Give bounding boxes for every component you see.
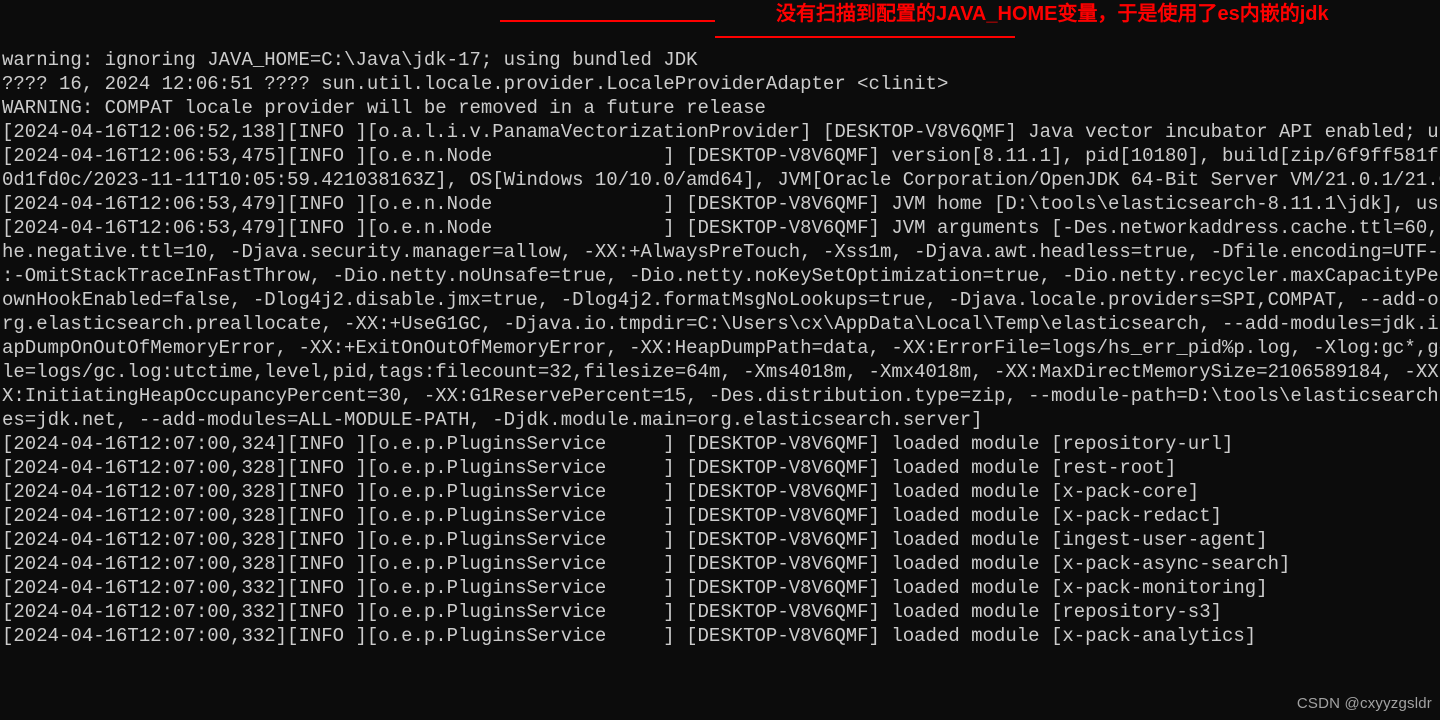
log-lines: warning: ignoring JAVA_HOME=C:\Java\jdk-… [2,48,1438,648]
watermark: CSDN @cxyyzgsldr [1297,692,1432,716]
log-line: :-OmitStackTraceInFastThrow, -Dio.netty.… [2,264,1438,288]
dash-annotation [715,36,1015,38]
annotation-text: 没有扫描到配置的JAVA_HOME变量，于是使用了es内嵌的jdk [776,2,1329,26]
log-line: apDumpOnOutOfMemoryError, -XX:+ExitOnOut… [2,336,1438,360]
log-line: X:InitiatingHeapOccupancyPercent=30, -XX… [2,384,1438,408]
log-line: [2024-04-16T12:07:00,328][INFO ][o.e.p.P… [2,480,1438,504]
log-line: 0d1fd0c/2023-11-11T10:05:59.421038163Z],… [2,168,1438,192]
log-line: he.negative.ttl=10, -Djava.security.mana… [2,240,1438,264]
terminal-output[interactable]: warning: ignoring JAVA_HOME=C:\Java\jdk-… [0,0,1440,720]
log-line: [2024-04-16T12:07:00,328][INFO ][o.e.p.P… [2,528,1438,552]
log-line: warning: ignoring JAVA_HOME=C:\Java\jdk-… [2,48,1438,72]
log-line: ???? 16, 2024 12:06:51 ???? sun.util.loc… [2,72,1438,96]
log-line: WARNING: COMPAT locale provider will be … [2,96,1438,120]
log-line: [2024-04-16T12:06:53,479][INFO ][o.e.n.N… [2,192,1438,216]
log-line: ownHookEnabled=false, -Dlog4j2.disable.j… [2,288,1438,312]
log-line: [2024-04-16T12:07:00,332][INFO ][o.e.p.P… [2,624,1438,648]
log-line: [2024-04-16T12:07:00,328][INFO ][o.e.p.P… [2,552,1438,576]
log-line: [2024-04-16T12:07:00,324][INFO ][o.e.p.P… [2,432,1438,456]
log-line: [2024-04-16T12:07:00,332][INFO ][o.e.p.P… [2,600,1438,624]
log-line: [2024-04-16T12:06:52,138][INFO ][o.a.l.i… [2,120,1438,144]
log-line: es=jdk.net, --add-modules=ALL-MODULE-PAT… [2,408,1438,432]
log-line: [2024-04-16T12:07:00,332][INFO ][o.e.p.P… [2,576,1438,600]
log-line: le=logs/gc.log:utctime,level,pid,tags:fi… [2,360,1438,384]
log-line: rg.elasticsearch.preallocate, -XX:+UseG1… [2,312,1438,336]
underline-annotation [500,20,715,22]
log-line: [2024-04-16T12:07:00,328][INFO ][o.e.p.P… [2,456,1438,480]
log-line: [2024-04-16T12:06:53,479][INFO ][o.e.n.N… [2,216,1438,240]
log-line: [2024-04-16T12:06:53,475][INFO ][o.e.n.N… [2,144,1438,168]
log-line: [2024-04-16T12:07:00,328][INFO ][o.e.p.P… [2,504,1438,528]
